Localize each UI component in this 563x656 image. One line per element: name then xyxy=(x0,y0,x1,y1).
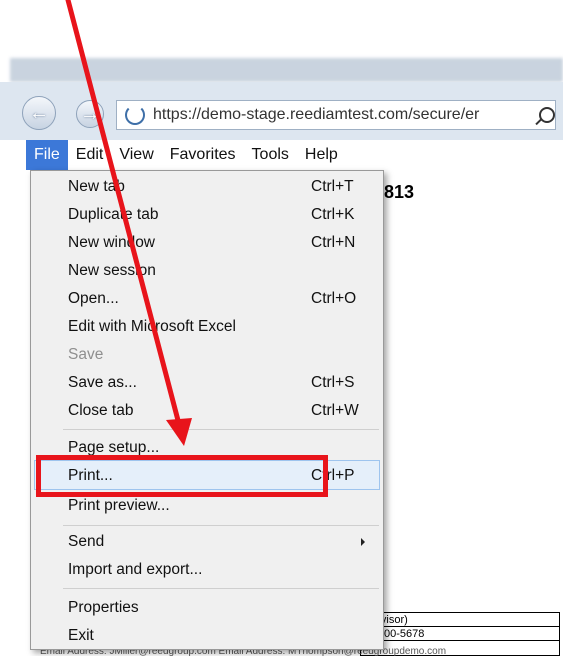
menu-help[interactable]: Help xyxy=(297,140,346,170)
table-row: 3) 500-5678 xyxy=(361,627,559,641)
menu-item-duplicate-tab[interactable]: Duplicate tab Ctrl+K xyxy=(31,201,383,229)
search-icon[interactable] xyxy=(539,107,555,123)
menu-item-import-export[interactable]: Import and export... xyxy=(31,556,383,584)
menu-edit[interactable]: Edit xyxy=(68,140,112,170)
menu-item-label: Save as... xyxy=(68,374,137,391)
menu-item-label: Close tab xyxy=(68,402,134,419)
menu-item-exit[interactable]: Exit xyxy=(31,622,383,650)
menu-item-label: New tab xyxy=(68,178,125,195)
menu-file[interactable]: File xyxy=(26,140,68,170)
file-menu-dropdown: New tab Ctrl+T Duplicate tab Ctrl+K New … xyxy=(30,170,384,650)
menu-item-label: Import and export... xyxy=(68,561,203,578)
menu-item-shortcut: Ctrl+T xyxy=(311,178,354,195)
menu-item-label: New session xyxy=(68,262,156,279)
menu-item-open[interactable]: Open... Ctrl+O xyxy=(31,285,383,313)
menu-item-label: Open... xyxy=(68,290,119,307)
menu-item-new-tab[interactable]: New tab Ctrl+T xyxy=(31,173,383,201)
menu-tools[interactable]: Tools xyxy=(244,140,297,170)
table-row: pervisor) xyxy=(361,613,559,627)
submenu-arrow-icon xyxy=(361,538,365,546)
menu-item-new-window[interactable]: New window Ctrl+N xyxy=(31,229,383,257)
menu-item-close-tab[interactable]: Close tab Ctrl+W xyxy=(31,397,383,425)
menu-item-label: New window xyxy=(68,234,156,251)
menu-item-shortcut: Ctrl+S xyxy=(311,374,355,391)
title-bar xyxy=(10,58,563,82)
menu-item-save-as[interactable]: Save as... Ctrl+S xyxy=(31,369,383,397)
print-highlight-box xyxy=(36,455,328,497)
menu-item-save: Save xyxy=(31,341,383,369)
menu-favorites[interactable]: Favorites xyxy=(162,140,244,170)
menu-item-label: Print preview... xyxy=(68,497,170,514)
menu-separator xyxy=(63,525,379,526)
reload-icon xyxy=(125,105,145,125)
menu-item-label: Exit xyxy=(68,627,94,644)
back-button[interactable]: ← xyxy=(22,96,56,130)
menu-separator xyxy=(63,429,379,430)
forward-arrow-icon: → xyxy=(80,102,100,125)
menu-item-shortcut: Ctrl+O xyxy=(311,290,357,307)
menu-item-shortcut: Ctrl+N xyxy=(311,234,356,251)
menu-item-label: Send xyxy=(68,533,105,550)
forward-button[interactable]: → xyxy=(76,100,104,128)
menu-item-new-session[interactable]: New session xyxy=(31,257,383,285)
menu-item-label: Properties xyxy=(68,599,139,616)
menu-item-label: Edit with Microsoft Excel xyxy=(68,318,236,335)
url-text: https://demo-stage.reediamtest.com/secur… xyxy=(153,106,480,123)
menu-bar: File Edit View Favorites Tools Help xyxy=(0,140,563,170)
menu-view[interactable]: View xyxy=(111,140,161,170)
menu-item-properties[interactable]: Properties xyxy=(31,594,383,622)
menu-item-send[interactable]: Send xyxy=(31,528,383,556)
menu-item-label: Save xyxy=(68,346,104,363)
menu-item-shortcut: Ctrl+W xyxy=(311,402,359,419)
menu-item-shortcut: Ctrl+K xyxy=(311,206,355,223)
menu-separator xyxy=(63,588,379,589)
menu-item-edit-with-excel[interactable]: Edit with Microsoft Excel xyxy=(31,313,383,341)
address-bar[interactable]: https://demo-stage.reediamtest.com/secur… xyxy=(116,100,556,130)
back-arrow-icon: ← xyxy=(29,101,49,124)
page-id-fragment: 813 xyxy=(384,182,415,202)
menu-item-label: Duplicate tab xyxy=(68,206,159,223)
